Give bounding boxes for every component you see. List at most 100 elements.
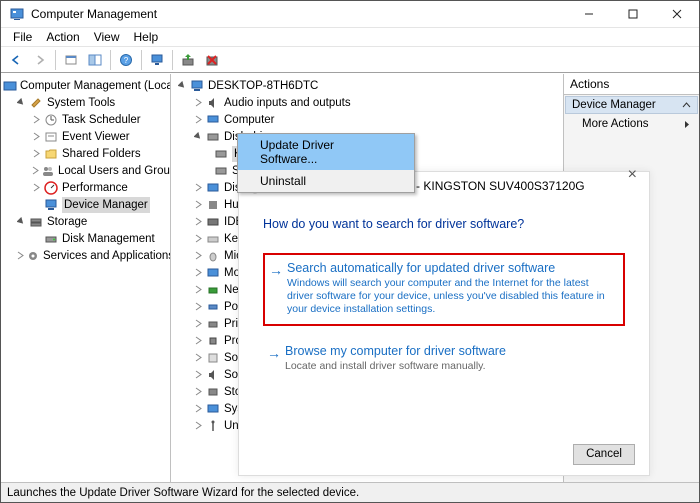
- uninstall-button[interactable]: [201, 49, 223, 71]
- clock-icon: [43, 112, 59, 128]
- option-browse[interactable]: → Browse my computer for driver software…: [263, 338, 625, 381]
- tree-system-tools[interactable]: System Tools: [1, 94, 170, 111]
- expand-icon[interactable]: [31, 148, 42, 159]
- expand-icon[interactable]: [193, 216, 204, 227]
- expand-icon[interactable]: [193, 386, 204, 397]
- expand-icon[interactable]: [16, 250, 25, 261]
- ctx-update-driver[interactable]: Update Driver Software...: [238, 134, 414, 170]
- tree-shared-folders[interactable]: Shared Folders: [1, 145, 170, 162]
- expand-icon[interactable]: [193, 114, 204, 125]
- expand-icon[interactable]: [31, 114, 42, 125]
- ctx-uninstall[interactable]: Uninstall: [238, 170, 414, 192]
- status-text: Launches the Update Driver Software Wiza…: [7, 487, 359, 499]
- computer-icon: [189, 78, 205, 94]
- close-button[interactable]: [655, 1, 699, 27]
- tree-root[interactable]: Computer Management (Local): [1, 77, 170, 94]
- svg-text:?: ?: [124, 56, 129, 65]
- option-desc: Locate and install driver software manua…: [285, 360, 617, 373]
- tree-disk-management[interactable]: Disk Management: [1, 230, 170, 247]
- expand-icon[interactable]: [193, 403, 204, 414]
- network-icon: [205, 282, 221, 298]
- update-driver-dialog: × Update Driver Software - KINGSTON SUV4…: [238, 171, 650, 476]
- menu-action[interactable]: Action: [40, 29, 85, 45]
- sound-icon: [205, 367, 221, 383]
- expand-icon[interactable]: [193, 250, 204, 261]
- tree-label: Event Viewer: [62, 129, 130, 145]
- show-hide-console-button[interactable]: [84, 49, 106, 71]
- collapse-icon[interactable]: [177, 80, 188, 91]
- collapse-icon[interactable]: [16, 216, 27, 227]
- tree-services-apps[interactable]: Services and Applications: [1, 247, 170, 264]
- option-title: Search automatically for updated driver …: [287, 261, 615, 275]
- monitor-button[interactable]: [146, 49, 168, 71]
- back-button[interactable]: [5, 49, 27, 71]
- expand-icon[interactable]: [193, 318, 204, 329]
- console-tree[interactable]: Computer Management (Local) System Tools…: [1, 77, 170, 264]
- menu-view[interactable]: View: [88, 29, 126, 45]
- expand-icon[interactable]: [193, 420, 204, 431]
- device-manager-icon: [43, 197, 59, 213]
- display-icon: [205, 180, 221, 196]
- device-category[interactable]: Audio inputs and outputs: [171, 94, 563, 111]
- menu-file[interactable]: File: [7, 29, 38, 45]
- tree-label: Local Users and Groups: [58, 163, 171, 179]
- statusbar: Launches the Update Driver Software Wiza…: [1, 482, 699, 502]
- minimize-button[interactable]: [567, 1, 611, 27]
- toolbar: ?: [1, 47, 699, 73]
- toolbar-separator: [141, 50, 142, 70]
- collapse-icon[interactable]: [193, 131, 204, 142]
- dialog-close-button[interactable]: ×: [628, 166, 637, 184]
- forward-button[interactable]: [29, 49, 51, 71]
- expand-icon[interactable]: [193, 369, 204, 380]
- option-search-auto[interactable]: → Search automatically for updated drive…: [263, 253, 625, 326]
- expand-icon[interactable]: [31, 182, 42, 193]
- expand-icon[interactable]: [193, 182, 204, 193]
- expand-icon[interactable]: [193, 199, 204, 210]
- tree-label: Services and Applications: [43, 248, 171, 264]
- expand-icon[interactable]: [193, 352, 204, 363]
- expand-icon[interactable]: [193, 97, 204, 108]
- cancel-button[interactable]: Cancel: [573, 444, 635, 465]
- toolbar-separator: [110, 50, 111, 70]
- tree-performance[interactable]: Performance: [1, 179, 170, 196]
- context-menu: Update Driver Software... Uninstall: [237, 133, 415, 193]
- tree-label: Storage: [47, 214, 87, 230]
- left-pane: Computer Management (Local) System Tools…: [1, 74, 171, 482]
- disk-icon: [205, 129, 221, 145]
- tree-storage[interactable]: Storage: [1, 213, 170, 230]
- actions-more[interactable]: More Actions: [564, 115, 699, 133]
- device-root[interactable]: DESKTOP-8TH6DTC: [171, 77, 563, 94]
- maximize-button[interactable]: [611, 1, 655, 27]
- tools-icon: [28, 95, 44, 111]
- expand-icon[interactable]: [193, 301, 204, 312]
- tree-spacer: [31, 233, 42, 244]
- tree-event-viewer[interactable]: Event Viewer: [1, 128, 170, 145]
- storage-icon: [28, 214, 44, 230]
- expand-icon[interactable]: [193, 233, 204, 244]
- expand-icon[interactable]: [193, 335, 204, 346]
- expand-icon[interactable]: [31, 131, 42, 142]
- up-button[interactable]: [60, 49, 82, 71]
- actions-item-label: More Actions: [582, 118, 648, 130]
- option-title: Browse my computer for driver software: [285, 344, 617, 358]
- help-button[interactable]: ?: [115, 49, 137, 71]
- update-driver-button[interactable]: [177, 49, 199, 71]
- expand-icon[interactable]: [31, 165, 40, 176]
- menubar: File Action View Help: [1, 28, 699, 47]
- tree-device-manager[interactable]: Device Manager: [1, 196, 170, 213]
- dialog-question: How do you want to search for driver sof…: [263, 217, 625, 231]
- expand-icon[interactable]: [193, 267, 204, 278]
- device-category[interactable]: Computer: [171, 111, 563, 128]
- tree-local-users[interactable]: Local Users and Groups: [1, 162, 170, 179]
- tree-label: Task Scheduler: [62, 112, 141, 128]
- usb-icon: [205, 418, 221, 434]
- disk-icon: [43, 231, 59, 247]
- tree-label: Performance: [62, 180, 128, 196]
- actions-section[interactable]: Device Manager: [565, 96, 698, 114]
- performance-icon: [43, 180, 59, 196]
- collapse-icon[interactable]: [16, 97, 27, 108]
- tree-task-scheduler[interactable]: Task Scheduler: [1, 111, 170, 128]
- expand-icon[interactable]: [193, 284, 204, 295]
- tree-label: Computer: [224, 112, 275, 128]
- menu-help[interactable]: Help: [128, 29, 165, 45]
